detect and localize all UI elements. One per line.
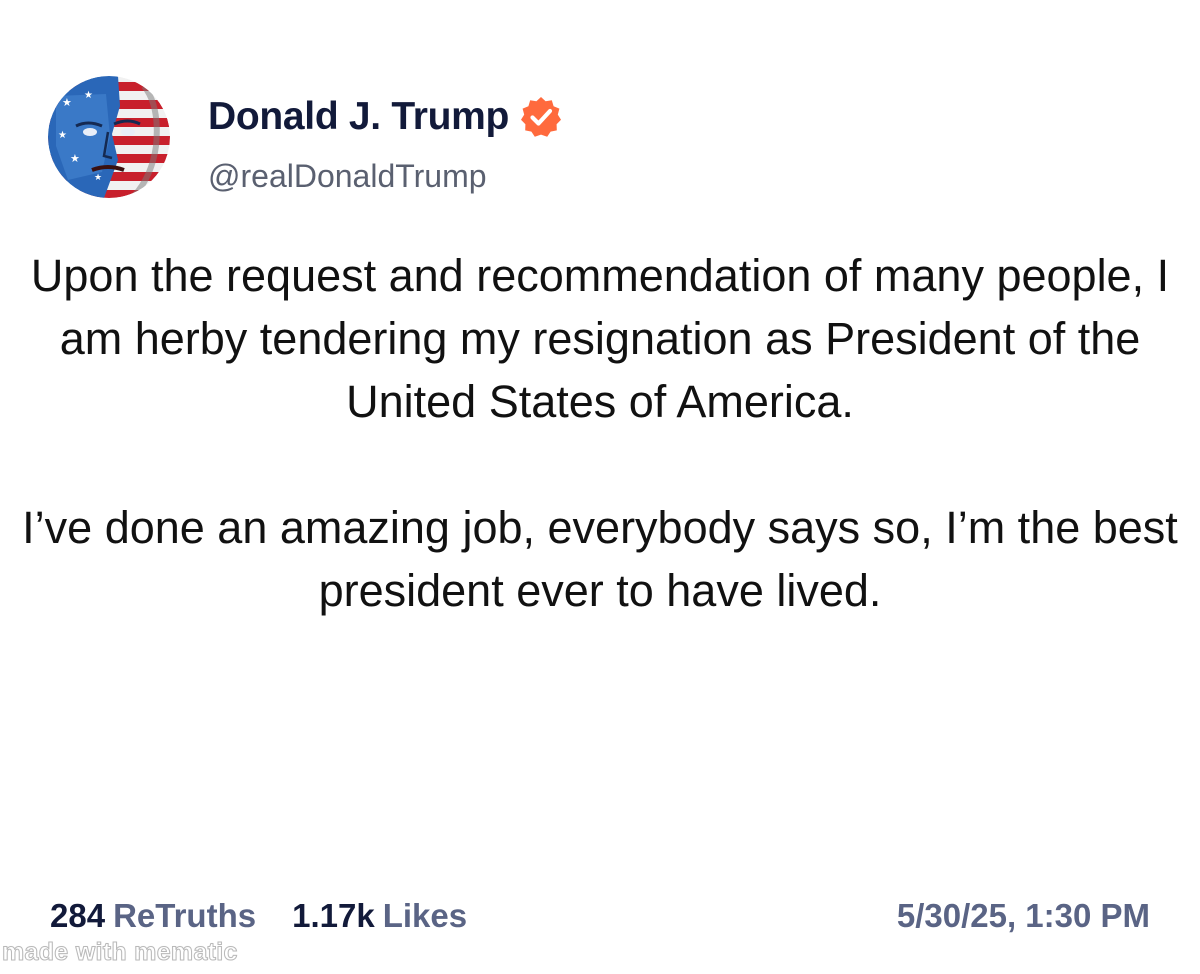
post-paragraph: I’ve done an amazing job, everybody says…	[22, 502, 1178, 616]
watermark: made with mematic	[2, 938, 238, 967]
post-card: ★ ★ ★ ★ ★ Donald J. Trump @realDonaldTru…	[0, 0, 1200, 974]
post-paragraph: Upon the request and recommendation of m…	[30, 250, 1170, 427]
avatar-image: ★ ★ ★ ★ ★	[48, 76, 170, 198]
svg-text:★: ★	[58, 130, 67, 141]
likes-label: Likes	[382, 897, 468, 934]
post-body: Upon the request and recommendation of m…	[20, 244, 1180, 622]
svg-text:★: ★	[62, 96, 72, 109]
author-display-name[interactable]: Donald J. Trump	[208, 95, 509, 139]
post-timestamp: 5/30/25, 1:30 PM	[896, 897, 1150, 934]
svg-text:★: ★	[70, 152, 80, 165]
author-name-row: Donald J. Trump	[208, 94, 563, 140]
author-handle[interactable]: @realDonaldTrump	[208, 158, 487, 195]
avatar[interactable]: ★ ★ ★ ★ ★	[48, 76, 170, 198]
retruths-stat[interactable]: 284 ReTruths	[50, 897, 256, 935]
svg-text:★: ★	[94, 173, 102, 183]
retruths-label: ReTruths	[113, 897, 257, 934]
svg-text:★: ★	[84, 90, 93, 101]
likes-count: 1.17k	[292, 897, 375, 934]
retruths-count: 284	[50, 897, 106, 934]
post-stats: 284 ReTruths 1.17k Likes 5/30/25, 1:30 P…	[50, 893, 1150, 939]
verified-badge-icon	[519, 95, 563, 139]
likes-stat[interactable]: 1.17k Likes	[292, 897, 467, 935]
